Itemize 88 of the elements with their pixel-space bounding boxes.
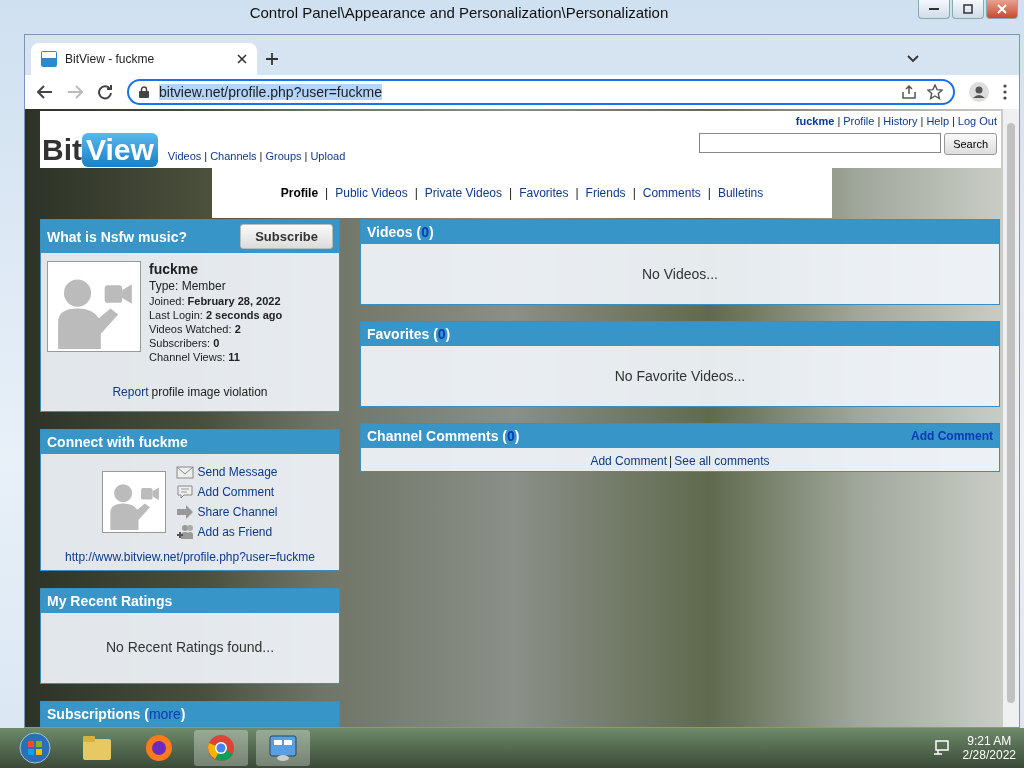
maximize-icon: [963, 4, 973, 14]
empty-message: No Recent Ratings found...: [104, 638, 276, 657]
panel-header: Subscriptions (more): [41, 702, 339, 726]
arrow-icon: [176, 504, 195, 520]
separator: |: [877, 115, 881, 127]
separator: |: [837, 115, 841, 127]
search-button[interactable]: Search: [944, 133, 997, 155]
browser-icon[interactable]: [194, 730, 248, 766]
account-link[interactable]: Help: [926, 115, 949, 127]
profile-tab[interactable]: Bulletins: [717, 186, 764, 201]
maximize-button[interactable]: [952, 0, 984, 19]
connect-action[interactable]: Share Channel: [176, 504, 278, 520]
subscribe-button[interactable]: Subscribe: [240, 224, 333, 249]
close-icon[interactable]: [237, 54, 247, 64]
separator: |: [575, 186, 579, 201]
search-field[interactable]: [699, 133, 942, 153]
separator: |: [707, 186, 711, 201]
profile-tab[interactable]: Profile: [280, 186, 319, 201]
profile-url-link[interactable]: http://www.bitview.net/profile.php?user=fuckme: [65, 550, 315, 564]
avatar-silhouette: [102, 470, 167, 534]
nav-link[interactable]: Videos: [167, 150, 202, 163]
separator: |: [325, 186, 329, 201]
connect-action[interactable]: Add as Friend: [176, 524, 278, 540]
nav-link[interactable]: Channels: [210, 150, 257, 163]
panel-header: Favorites (0): [361, 322, 999, 346]
connect-action[interactable]: Add Comment: [176, 484, 278, 500]
nav-link[interactable]: Groups: [265, 150, 302, 163]
account-link[interactable]: History: [883, 115, 918, 127]
profile-stat: Last Login: 2 seconds ago: [149, 309, 283, 321]
report-link[interactable]: Report: [112, 385, 149, 399]
separator: |: [259, 150, 263, 163]
profile-icon[interactable]: [969, 82, 989, 102]
scrollbar[interactable]: [1003, 109, 1019, 727]
separator: |: [204, 150, 208, 163]
panel-header: Channel Comments (0) Add Comment: [361, 424, 999, 448]
account-link[interactable]: Profile: [843, 115, 875, 127]
browser-tab[interactable]: BitView - fuckme: [31, 43, 257, 75]
panel-header: My Recent Ratings: [41, 589, 339, 613]
clock[interactable]: 9:21 AM 2/28/2022: [962, 734, 1016, 762]
profile-tab[interactable]: Public Videos: [335, 186, 408, 201]
username: fuckme: [149, 261, 200, 277]
close-icon: [997, 4, 1007, 14]
report-text: profile image violation: [151, 385, 268, 399]
separator: |: [414, 186, 418, 201]
profile-stat: Channel Views: 11: [149, 351, 241, 363]
connect-action[interactable]: Send Message: [176, 464, 278, 480]
empty-message: No Videos...: [641, 265, 719, 284]
separator: |: [304, 150, 308, 163]
separator: |: [669, 454, 673, 468]
username-link[interactable]: fuckme: [795, 115, 835, 127]
profile-stat: Joined: February 28, 2022: [149, 295, 282, 307]
empty-message: No Favorite Videos...: [613, 367, 747, 386]
minimize-button[interactable]: [918, 0, 950, 19]
panel-header: What is Nsfw music? Subscribe: [41, 220, 339, 253]
envelope-icon: [176, 464, 195, 480]
star-icon[interactable]: [927, 84, 943, 100]
network-icon[interactable]: [932, 740, 949, 756]
separator: |: [952, 115, 955, 127]
separator: |: [509, 186, 513, 201]
back-icon[interactable]: [37, 85, 53, 99]
comment-link[interactable]: Add Comment: [590, 454, 668, 468]
profile-stat: Videos Watched: 2: [149, 323, 242, 335]
separator: |: [632, 186, 636, 201]
share-icon[interactable]: [901, 84, 917, 100]
separator: |: [920, 115, 924, 127]
url-text: bitview.net/profile.php?user=fuckme: [159, 84, 382, 100]
add-friend-icon: [176, 524, 195, 540]
account-link[interactable]: Log Out: [957, 115, 997, 127]
site-favicon-icon: [41, 51, 57, 67]
profile-tab[interactable]: Favorites: [519, 186, 569, 201]
profile-tab[interactable]: Private Videos: [424, 186, 502, 201]
address-bar[interactable]: bitview.net/profile.php?user=fuckme: [127, 79, 955, 105]
member-type: Type: Member: [149, 279, 227, 293]
nav-link[interactable]: Upload: [310, 150, 346, 163]
menu-icon[interactable]: [1003, 84, 1007, 100]
minimize-icon: [929, 7, 939, 11]
panel-header: Connect with fuckme: [41, 430, 339, 454]
window-title: Control Panel\Appearance and Personalization\Personalization: [248, 3, 670, 21]
profile-stat: Subscribers: 0: [149, 337, 221, 349]
panel-header: Videos (0): [361, 220, 999, 244]
speech-bubble-icon: [176, 484, 195, 500]
profile-tab[interactable]: Comments: [642, 186, 701, 201]
profile-tab[interactable]: Friends: [585, 186, 626, 201]
reload-icon[interactable]: [97, 84, 113, 100]
control-panel-icon[interactable]: [256, 730, 310, 766]
lock-icon: [139, 86, 149, 98]
close-button[interactable]: [986, 0, 1018, 19]
comment-link[interactable]: See all comments: [674, 454, 770, 468]
